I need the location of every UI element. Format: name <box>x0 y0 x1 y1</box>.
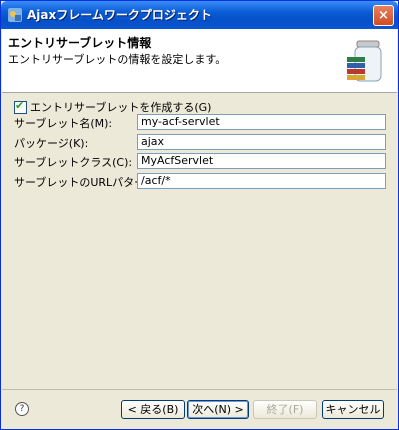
servlet-jar-icon <box>347 40 382 82</box>
page-title: エントリサーブレット情報 <box>8 36 152 50</box>
package-label: パッケージ(K): <box>14 137 89 150</box>
page-description: エントリサーブレットの情報を設定します。 <box>8 53 227 66</box>
servlet-class-field[interactable]: MyAcfServlet <box>137 153 386 169</box>
back-button[interactable]: < 戻る(B) <box>121 400 185 419</box>
cancel-button[interactable]: キャンセル <box>322 400 384 419</box>
checkmark-icon: ✔ <box>15 98 25 112</box>
footer-divider <box>2 389 397 390</box>
create-servlet-checkbox[interactable]: ✔ <box>14 98 27 114</box>
servlet-class-label: サーブレットクラス(C): <box>14 156 133 169</box>
close-button[interactable]: × <box>373 5 394 26</box>
package-field[interactable]: ajax <box>137 134 386 150</box>
header-banner: エントリサーブレット情報 エントリサーブレットの情報を設定します。 <box>2 29 397 93</box>
create-servlet-checkbox-row[interactable]: ✔ エントリサーブレットを作成する(G) <box>14 99 211 115</box>
title-bar[interactable]: Ajaxフレームワークプロジェクト × <box>1 1 398 29</box>
form-area: ✔ エントリサーブレットを作成する(G) サーブレット名(M): my-acf-… <box>2 93 397 389</box>
dialog-window: Ajaxフレームワークプロジェクト × エントリサーブレット情報 エントリサーブ… <box>0 0 399 430</box>
help-icon[interactable]: ? <box>15 402 29 416</box>
servlet-name-field[interactable]: my-acf-servlet <box>137 114 386 130</box>
servlet-name-label: サーブレット名(M): <box>14 117 113 130</box>
url-pattern-field[interactable]: /acf/* <box>137 173 386 189</box>
finish-button[interactable]: 終了(F) <box>253 400 317 419</box>
app-icon <box>8 8 22 22</box>
next-button[interactable]: 次へ(N) > <box>187 400 249 419</box>
create-servlet-label: エントリサーブレットを作成する(G) <box>30 101 212 114</box>
window-title: Ajaxフレームワークプロジェクト <box>27 8 212 22</box>
